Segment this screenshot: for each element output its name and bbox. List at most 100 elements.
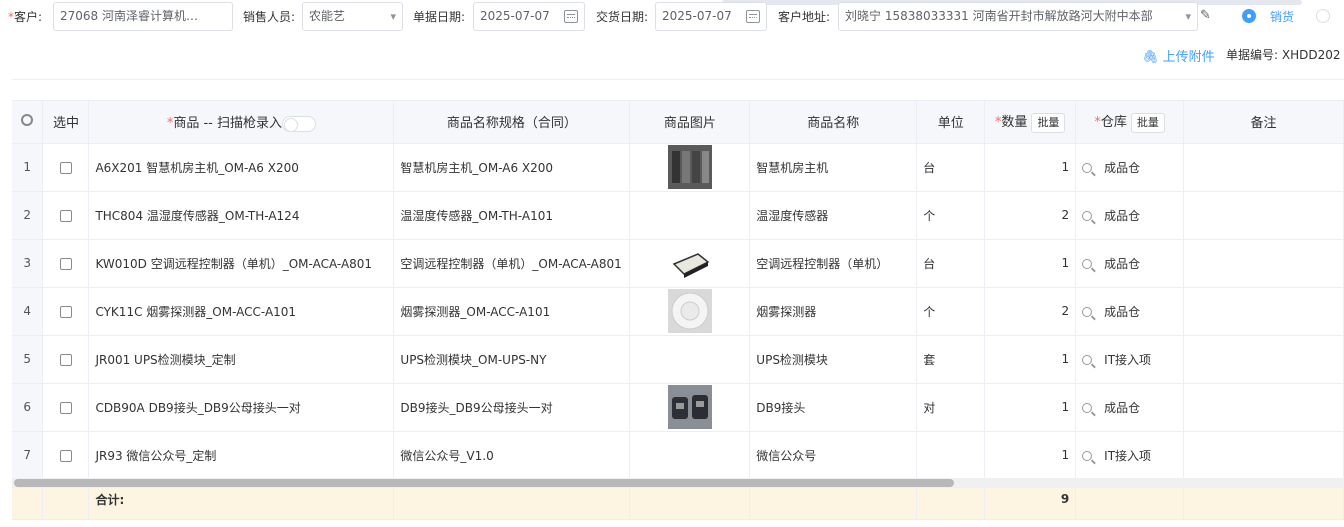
upload-attachment-link[interactable]: 🖇 上传附件 xyxy=(1142,46,1215,65)
search-icon[interactable] xyxy=(1082,259,1093,269)
scanner-toggle[interactable] xyxy=(282,115,316,132)
warehouse-bulk-button[interactable]: 批量 xyxy=(1130,112,1165,133)
row-checkbox[interactable] xyxy=(59,401,72,414)
radio-sales[interactable] xyxy=(1242,9,1256,23)
product-cell[interactable]: CDB90A DB9接头_DB9公母接头一对 xyxy=(88,383,395,432)
spec-cell[interactable]: UPS检测模块_OM-UPS-NY xyxy=(393,335,631,384)
name-cell: DB9接头 xyxy=(749,383,918,432)
spec-cell[interactable]: 温湿度传感器_OM-TH-A101 xyxy=(393,191,631,240)
row-index: 4 xyxy=(12,287,44,336)
unit-cell: 台 xyxy=(916,143,986,192)
row-index: 3 xyxy=(12,239,44,288)
column-settings[interactable] xyxy=(12,101,44,144)
note-cell[interactable] xyxy=(1183,191,1344,240)
search-icon[interactable] xyxy=(1082,211,1093,221)
row-checkbox[interactable] xyxy=(59,353,72,366)
warehouse-cell[interactable]: IT接入项 xyxy=(1075,335,1185,384)
qty-cell[interactable]: 2 xyxy=(984,287,1077,336)
image-cell xyxy=(629,431,751,480)
row-select-cell xyxy=(42,287,90,336)
image-cell xyxy=(629,287,751,336)
search-icon[interactable] xyxy=(1082,403,1093,413)
customer-value: 27068 河南泽睿计算机科技有限公司 xyxy=(60,9,208,23)
product-cell[interactable]: JR001 UPS检测模块_定制 xyxy=(88,335,395,384)
customer-input[interactable]: 27068 河南泽睿计算机科技有限公司 xyxy=(53,2,233,31)
note-cell[interactable] xyxy=(1183,287,1344,336)
spec-cell[interactable]: 智慧机房主机_OM-A6 X200 xyxy=(393,143,631,192)
note-cell[interactable] xyxy=(1183,431,1344,480)
warehouse-cell[interactable]: 成品仓 xyxy=(1075,191,1185,240)
row-checkbox[interactable] xyxy=(59,305,72,318)
warehouse-cell[interactable]: 成品仓 xyxy=(1075,287,1185,336)
product-cell[interactable]: A6X201 智慧机房主机_OM-A6 X200 xyxy=(88,143,395,192)
edit-icon[interactable]: ✎ xyxy=(1200,9,1214,23)
table-row: 2 THC804 温湿度传感器_OM-TH-A124 温湿度传感器_OM-TH-A1… xyxy=(12,191,1344,240)
product-image xyxy=(667,145,712,189)
qty-cell[interactable]: 1 xyxy=(984,431,1077,480)
image-cell xyxy=(629,143,751,192)
row-index: 2 xyxy=(12,191,44,240)
row-select-cell xyxy=(42,239,90,288)
attach-label: 上传附件 xyxy=(1162,50,1215,65)
row-index: 7 xyxy=(12,431,44,480)
row-index: 1 xyxy=(12,143,44,192)
warehouse-value: IT接入项 xyxy=(1104,352,1152,367)
image-cell xyxy=(629,335,751,384)
address-label: 客户地址: xyxy=(778,10,831,24)
warehouse-value: 成品仓 xyxy=(1104,160,1141,175)
product-image xyxy=(667,248,712,278)
row-checkbox[interactable] xyxy=(59,161,72,174)
address-select[interactable]: 刘晓宁 15838033331 河南省开封市解放路河大附中本部 ▾ xyxy=(838,2,1198,31)
qty-cell[interactable]: 1 xyxy=(984,383,1077,432)
unit-cell: 套 xyxy=(916,335,986,384)
unit-cell: 个 xyxy=(916,287,986,336)
note-cell[interactable] xyxy=(1183,335,1344,384)
note-cell[interactable] xyxy=(1183,239,1344,288)
header-warehouse: *仓库 批量 xyxy=(1075,101,1185,144)
qty-bulk-button[interactable]: 批量 xyxy=(1031,112,1066,133)
spec-cell[interactable]: 烟雾探测器_OM-ACC-A101 xyxy=(393,287,631,336)
sales-select[interactable]: 农能艺 ▾ xyxy=(302,2,403,31)
qty-cell[interactable]: 1 xyxy=(984,335,1077,384)
qty-cell[interactable]: 1 xyxy=(984,143,1077,192)
order-lines-table: 选中 *商品 -- 扫描枪录入 商品名称规格（合同） 商品图片 商品名称 单位 … xyxy=(12,100,1344,527)
row-checkbox[interactable] xyxy=(59,257,72,270)
note-cell[interactable] xyxy=(1183,383,1344,432)
row-checkbox[interactable] xyxy=(59,449,72,462)
note-cell[interactable] xyxy=(1183,143,1344,192)
chevron-down-icon: ▾ xyxy=(390,10,396,23)
search-icon[interactable] xyxy=(1082,451,1093,461)
horizontal-scrollbar[interactable] xyxy=(12,478,1344,488)
product-cell[interactable]: JR93 微信公众号_定制 xyxy=(88,431,395,480)
table-row: 7 JR93 微信公众号_定制 微信公众号_V1.0 微信公众号 1 IT接入项 xyxy=(12,431,1344,480)
unit-cell xyxy=(916,431,986,480)
warehouse-cell[interactable]: 成品仓 xyxy=(1075,143,1185,192)
product-cell[interactable]: KW010D 空调远程控制器（单机）_OM-ACA-A801 xyxy=(88,239,395,288)
header-name: 商品名称 xyxy=(749,101,918,144)
row-index: 6 xyxy=(12,383,44,432)
search-icon[interactable] xyxy=(1082,355,1093,365)
spec-cell[interactable]: 空调远程控制器（单机）_OM-ACA-A801 xyxy=(393,239,631,288)
header-unit: 单位 xyxy=(916,101,986,144)
radio-sales-label[interactable]: 销货 xyxy=(1270,8,1294,25)
qty-cell[interactable]: 2 xyxy=(984,191,1077,240)
product-cell[interactable]: THC804 温湿度传感器_OM-TH-A124 xyxy=(88,191,395,240)
doc-number: 单据编号: XHDD202 xyxy=(1226,46,1341,63)
warehouse-cell[interactable]: 成品仓 xyxy=(1075,383,1185,432)
product-cell[interactable]: CYK11C 烟雾探测器_OM-ACC-A101 xyxy=(88,287,395,336)
warehouse-cell[interactable]: 成品仓 xyxy=(1075,239,1185,288)
row-checkbox[interactable] xyxy=(59,209,72,222)
radio-other[interactable] xyxy=(1316,9,1330,23)
spec-cell[interactable]: DB9接头_DB9公母接头一对 xyxy=(393,383,631,432)
warehouse-cell[interactable]: IT接入项 xyxy=(1075,431,1185,480)
address-value: 刘晓宁 15838033331 河南省开封市解放路河大附中本部 xyxy=(845,9,1153,23)
delivery-date-input[interactable]: 2025-07-07 xyxy=(655,2,767,31)
search-icon[interactable] xyxy=(1082,163,1093,173)
warehouse-value: IT接入项 xyxy=(1104,448,1152,463)
qty-cell[interactable]: 1 xyxy=(984,239,1077,288)
spec-cell[interactable]: 微信公众号_V1.0 xyxy=(393,431,631,480)
search-icon[interactable] xyxy=(1082,307,1093,317)
name-cell: 烟雾探测器 xyxy=(749,287,918,336)
doc-date-input[interactable]: 2025-07-07 xyxy=(473,2,585,31)
scrollbar-thumb[interactable] xyxy=(14,479,954,487)
